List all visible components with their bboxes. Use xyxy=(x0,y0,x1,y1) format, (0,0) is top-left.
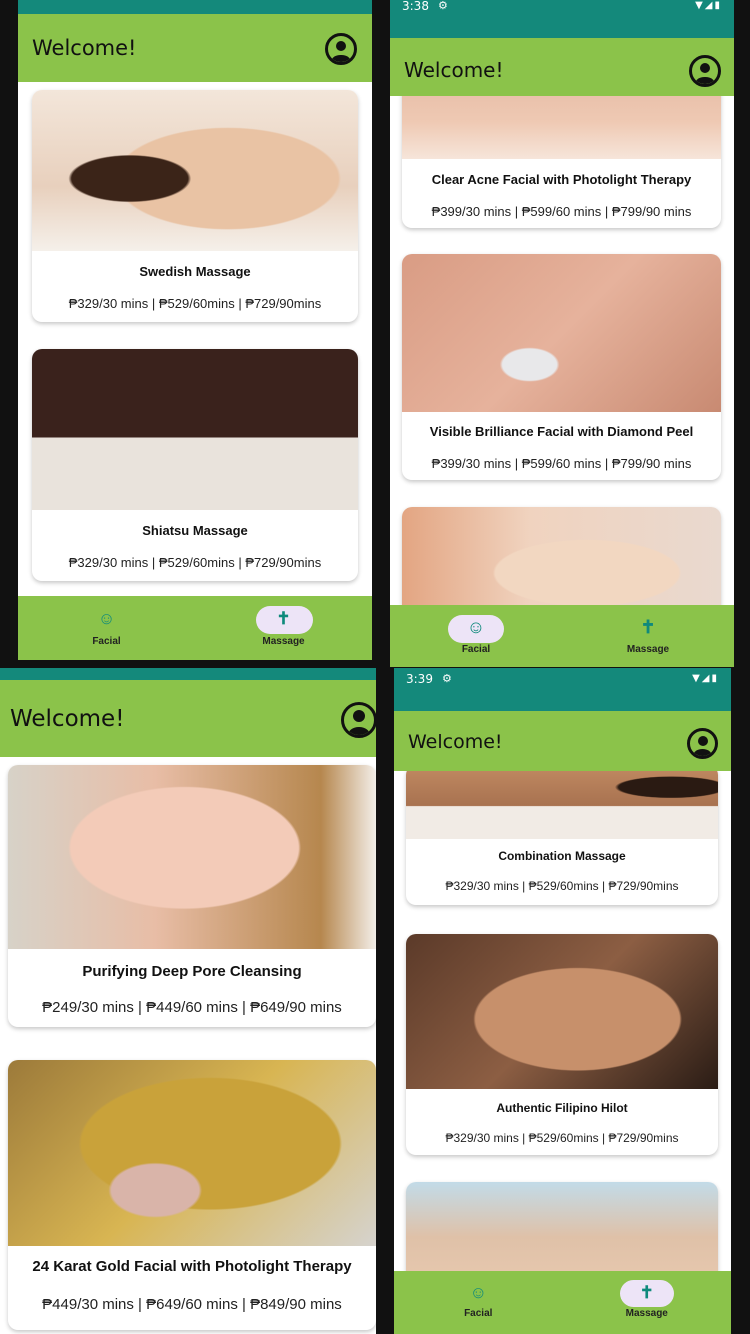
screenshot-collage: Welcome! Swedish Massage ₱329/30 mins | … xyxy=(0,0,750,1334)
service-price: ₱329/30 mins | ₱529/60mins | ₱729/90mins xyxy=(445,1131,679,1145)
service-name: Shiatsu Massage xyxy=(142,523,248,538)
service-card[interactable]: Swedish Massage ₱329/30 mins | ₱529/60mi… xyxy=(32,90,358,322)
service-image xyxy=(402,507,721,606)
service-price: ₱329/30 mins | ₱529/60mins | ₱729/90mins xyxy=(445,879,679,893)
service-name: Clear Acne Facial with Photolight Therap… xyxy=(431,172,692,187)
tab-facial[interactable]: ☺ Facial xyxy=(390,605,562,667)
face-icon: ☺ xyxy=(97,609,116,628)
status-bar: 3:38 ⚙ ▼◢▮ xyxy=(390,0,734,38)
service-card[interactable]: 24 Karat Gold Facial with Photolight The… xyxy=(8,1060,376,1330)
service-name: 24 Karat Gold Facial with Photolight The… xyxy=(32,1258,352,1275)
tab-massage[interactable]: ✝ Massage xyxy=(563,1271,732,1334)
welcome-title: Welcome! xyxy=(408,731,503,753)
service-image xyxy=(406,934,718,1089)
service-image xyxy=(8,765,376,949)
service-image xyxy=(8,1060,376,1246)
account-icon[interactable] xyxy=(341,702,376,738)
service-image xyxy=(406,771,718,839)
service-name: Purifying Deep Pore Cleansing xyxy=(82,963,302,980)
service-price: ₱329/30 mins | ₱529/60mins | ₱729/90mins xyxy=(68,296,322,311)
service-price: ₱399/30 mins | ₱599/60 mins | ₱799/90 mi… xyxy=(431,204,692,219)
tab-massage[interactable]: ✝ Massage xyxy=(562,605,734,667)
service-image xyxy=(406,1182,718,1271)
welcome-title: Welcome! xyxy=(10,706,125,732)
service-card[interactable]: Visible Brilliance Facial with Diamond P… xyxy=(402,254,721,480)
bottom-navigation: ☺ Facial ✝ Massage xyxy=(394,1271,731,1334)
app-bar: Welcome! xyxy=(0,680,376,757)
system-icons: ▼◢▮ xyxy=(692,673,719,684)
service-price: ₱399/30 mins | ₱599/60 mins | ₱799/90 mi… xyxy=(431,456,692,471)
phone-facial-list-top: 3:38 ⚙ ▼◢▮ Welcome! Clear Acne Facial wi… xyxy=(390,0,734,667)
welcome-title: Welcome! xyxy=(404,58,504,82)
service-card[interactable]: Purifying Deep Pore Cleansing ₱249/30 mi… xyxy=(8,765,376,1027)
account-icon[interactable] xyxy=(325,33,357,65)
status-bar xyxy=(0,668,376,680)
account-icon[interactable] xyxy=(689,55,721,87)
tab-facial[interactable]: ☺ Facial xyxy=(18,596,195,660)
tab-label: Facial xyxy=(464,1308,493,1319)
phone-massage-list-bottom: 3:39 ⚙ ▼◢▮ Welcome! Combination Massage … xyxy=(394,668,731,1334)
tab-label: Massage xyxy=(626,644,670,655)
person-icon: ✝ xyxy=(640,617,656,637)
settings-icon: ⚙ xyxy=(442,672,452,685)
service-price: ₱329/30 mins | ₱529/60mins | ₱729/90mins xyxy=(68,555,322,570)
service-image xyxy=(32,349,358,510)
welcome-title: Welcome! xyxy=(32,36,137,60)
app-bar: Welcome! xyxy=(394,711,731,771)
status-time: 3:38 xyxy=(402,0,429,13)
tab-label: Facial xyxy=(461,644,491,655)
tab-label: Facial xyxy=(92,636,121,647)
service-card[interactable] xyxy=(406,1182,718,1271)
settings-icon: ⚙ xyxy=(438,0,448,12)
account-icon[interactable] xyxy=(687,728,718,759)
service-image xyxy=(402,254,721,412)
status-bar xyxy=(18,0,372,14)
person-icon: ✝ xyxy=(276,609,291,628)
phone-massage-list-top: Welcome! Swedish Massage ₱329/30 mins | … xyxy=(18,0,372,660)
tab-massage[interactable]: ✝ Massage xyxy=(195,596,372,660)
service-price: ₱249/30 mins | ₱449/60 mins | ₱649/90 mi… xyxy=(42,999,342,1016)
service-list[interactable]: Combination Massage ₱329/30 mins | ₱529/… xyxy=(394,771,731,1271)
status-time: 3:39 xyxy=(406,672,433,686)
face-icon: ☺ xyxy=(469,1283,487,1302)
service-image xyxy=(32,90,358,251)
service-name: Visible Brilliance Facial with Diamond P… xyxy=(429,424,694,439)
system-icons: ▼◢▮ xyxy=(695,0,722,11)
face-icon: ☺ xyxy=(466,617,486,637)
service-image xyxy=(402,96,721,159)
service-name: Swedish Massage xyxy=(139,264,251,279)
service-card[interactable]: Clear Acne Facial with Photolight Therap… xyxy=(402,96,721,228)
person-icon: ✝ xyxy=(639,1283,654,1302)
service-card[interactable]: Authentic Filipino Hilot ₱329/30 mins | … xyxy=(406,934,718,1155)
service-list[interactable]: Purifying Deep Pore Cleansing ₱249/30 mi… xyxy=(0,757,376,1334)
tab-label: Massage xyxy=(262,636,305,647)
service-card[interactable] xyxy=(402,507,721,606)
service-name: Combination Massage xyxy=(498,849,626,863)
service-card[interactable]: Shiatsu Massage ₱329/30 mins | ₱529/60mi… xyxy=(32,349,358,581)
tab-facial[interactable]: ☺ Facial xyxy=(394,1271,563,1334)
service-list[interactable]: Swedish Massage ₱329/30 mins | ₱529/60mi… xyxy=(18,82,372,596)
tab-label: Massage xyxy=(625,1308,668,1319)
status-bar: 3:39 ⚙ ▼◢▮ xyxy=(394,668,731,711)
phone-facial-list-bottom: Welcome! Purifying Deep Pore Cleansing ₱… xyxy=(0,668,376,1334)
bottom-navigation: ☺ Facial ✝ Massage xyxy=(390,605,734,667)
app-bar: Welcome! xyxy=(390,38,734,102)
bottom-navigation: ☺ Facial ✝ Massage xyxy=(18,596,372,660)
service-name: Authentic Filipino Hilot xyxy=(496,1101,628,1115)
app-bar: Welcome! xyxy=(18,14,372,82)
service-price: ₱449/30 mins | ₱649/60 mins | ₱849/90 mi… xyxy=(42,1296,342,1313)
service-card[interactable]: Combination Massage ₱329/30 mins | ₱529/… xyxy=(406,771,718,905)
service-list[interactable]: Clear Acne Facial with Photolight Therap… xyxy=(390,96,734,606)
